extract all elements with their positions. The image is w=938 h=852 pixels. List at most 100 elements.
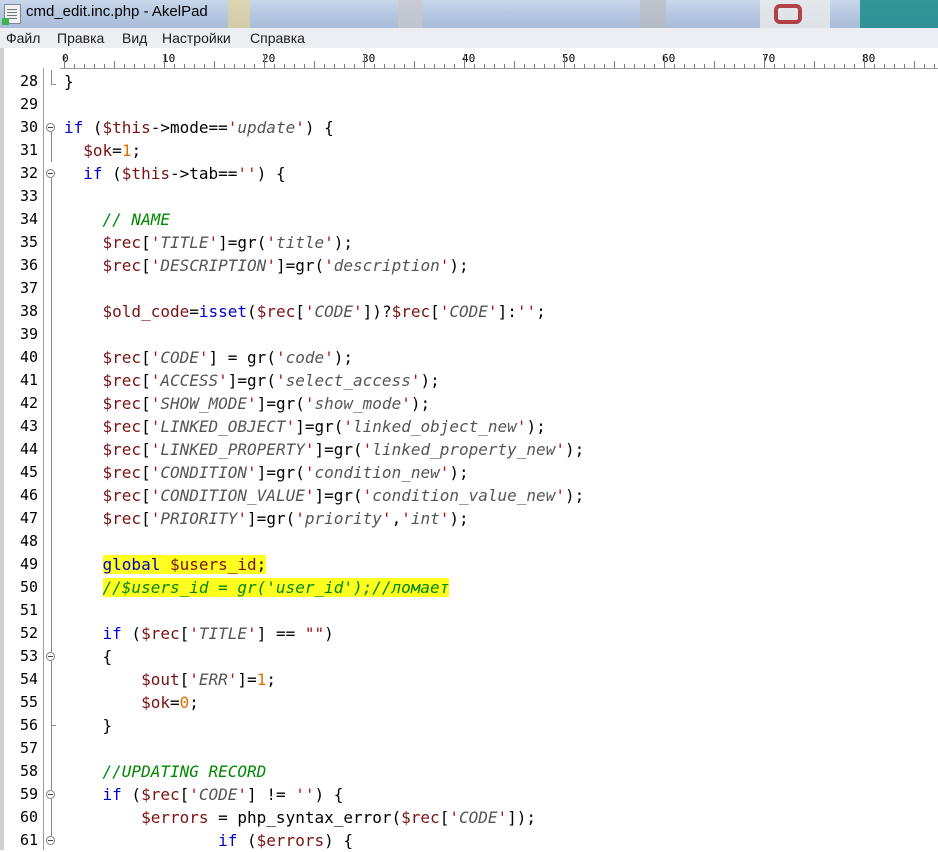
code-line[interactable]: }	[64, 70, 74, 93]
code-line[interactable]: $old_code=isset($rec['CODE'])?$rec['CODE…	[64, 300, 546, 323]
fold-guide-line	[51, 661, 52, 725]
code-line[interactable]: if ($rec['CODE'] != '') {	[64, 783, 344, 806]
fold-collapse-icon[interactable]	[46, 790, 55, 799]
ruler-tick	[914, 61, 915, 68]
ruler-tick	[704, 64, 705, 68]
fold-guide-line	[51, 178, 52, 652]
ruler-tick	[844, 64, 845, 68]
menu-file[interactable]: Файл	[6, 30, 40, 46]
ruler-tick	[104, 64, 105, 68]
line-number: 53	[19, 647, 38, 665]
ruler-tick	[284, 64, 285, 68]
ruler-tick	[524, 64, 525, 68]
menu-help[interactable]: Справка	[250, 30, 305, 46]
fold-collapse-icon[interactable]	[46, 836, 55, 845]
fold-collapse-icon[interactable]	[46, 169, 55, 178]
ruler-tick	[824, 64, 825, 68]
line-number: 38	[19, 302, 38, 320]
ruler-label: 0	[62, 52, 69, 65]
code-line[interactable]: }	[64, 714, 113, 737]
code-line[interactable]: if ($this->tab=='') {	[64, 162, 285, 185]
ruler-tick	[684, 64, 685, 68]
ruler-tick	[484, 64, 485, 68]
menu-edit[interactable]: Правка	[57, 30, 104, 46]
code-line[interactable]: // NAME	[64, 208, 170, 231]
code-line[interactable]: $rec['LINKED_OBJECT']=gr('linked_object_…	[64, 415, 546, 438]
code-line[interactable]: $rec['PRIORITY']=gr('priority','int');	[64, 507, 469, 530]
code-line[interactable]: $rec['TITLE']=gr('title');	[64, 231, 354, 254]
ruler-tick	[374, 64, 375, 68]
ruler-tick	[394, 64, 395, 68]
line-number: 61	[19, 831, 38, 849]
fold-guide-line	[51, 132, 52, 162]
ruler-tick	[634, 64, 635, 68]
ruler-tick	[314, 61, 315, 68]
akelpad-app-icon[interactable]	[2, 4, 21, 25]
ruler-tick	[474, 64, 475, 68]
ruler-tick	[234, 64, 235, 68]
code-line[interactable]: $ok=1;	[64, 139, 141, 162]
line-number: 57	[19, 739, 38, 757]
ruler-tick	[434, 64, 435, 68]
menu-view[interactable]: Вид	[122, 30, 147, 46]
ruler-tick	[554, 64, 555, 68]
ruler-tick	[224, 64, 225, 68]
code-line[interactable]: $rec['CODE'] = gr('code');	[64, 346, 354, 369]
ruler-tick	[294, 64, 295, 68]
line-number: 30	[19, 118, 38, 136]
ruler-tick	[724, 64, 725, 68]
ruler-tick	[894, 64, 895, 68]
ruler-tick	[584, 64, 585, 68]
ruler-tick	[94, 64, 95, 68]
line-number: 31	[19, 141, 38, 159]
code-line[interactable]: if ($this->mode=='update') {	[64, 116, 334, 139]
line-number: 45	[19, 463, 38, 481]
fold-guide-line	[51, 726, 52, 790]
code-line[interactable]: $rec['CONDITION']=gr('condition_new');	[64, 461, 469, 484]
code-line[interactable]: $out['ERR']=1;	[64, 668, 276, 691]
ruler-tick	[304, 64, 305, 68]
fold-guide-line	[51, 70, 52, 84]
ruler-tick	[204, 64, 205, 68]
code-line[interactable]: {	[64, 645, 113, 668]
code-line[interactable]: global $users_id;	[64, 553, 267, 576]
code-line[interactable]: $rec['LINKED_PROPERTY']=gr('linked_prope…	[64, 438, 585, 461]
ruler-tick	[904, 64, 905, 68]
ruler-tick	[364, 54, 365, 68]
ruler-tick	[574, 64, 575, 68]
code-line[interactable]: $rec['DESCRIPTION']=gr('description');	[64, 254, 469, 277]
code-line[interactable]: //$users_id = gr('user_id');//ломает	[64, 576, 450, 599]
code-line[interactable]: $ok=0;	[64, 691, 199, 714]
fold-collapse-icon[interactable]	[46, 123, 55, 132]
ruler-tick	[444, 64, 445, 68]
ruler-tick	[84, 64, 85, 68]
ruler-tick	[144, 64, 145, 68]
code-line[interactable]: //UPDATING RECORD	[64, 760, 267, 783]
code-line[interactable]: $rec['CONDITION_VALUE']=gr('condition_va…	[64, 484, 585, 507]
ruler-tick	[404, 64, 405, 68]
line-number: 48	[19, 532, 38, 550]
line-number: 58	[19, 762, 38, 780]
ruler-tick	[694, 64, 695, 68]
ruler-tick	[504, 64, 505, 68]
ruler-tick	[174, 64, 175, 68]
ruler-tick	[714, 61, 715, 68]
code-line[interactable]: $rec['SHOW_MODE']=gr('show_mode');	[64, 392, 431, 415]
line-number: 55	[19, 693, 38, 711]
window-title: cmd_edit.inc.php - AkelPad	[26, 3, 208, 20]
ruler-tick	[514, 61, 515, 68]
line-number: 46	[19, 486, 38, 504]
code-line[interactable]: $rec['ACCESS']=gr('select_access');	[64, 369, 440, 392]
ruler-tick	[734, 64, 735, 68]
fold-collapse-icon[interactable]	[46, 652, 55, 661]
menu-settings[interactable]: Настройки	[162, 30, 231, 46]
ruler-tick	[424, 64, 425, 68]
code-line[interactable]: if ($rec['TITLE'] == "")	[64, 622, 334, 645]
ruler-tick	[214, 61, 215, 68]
ruler-tick	[814, 61, 815, 68]
ruler-tick	[874, 64, 875, 68]
code-line[interactable]: if ($errors) {	[64, 829, 353, 852]
line-number: 54	[19, 670, 38, 688]
ruler-tick	[644, 64, 645, 68]
code-line[interactable]: $errors = php_syntax_error($rec['CODE'])…	[64, 806, 536, 829]
